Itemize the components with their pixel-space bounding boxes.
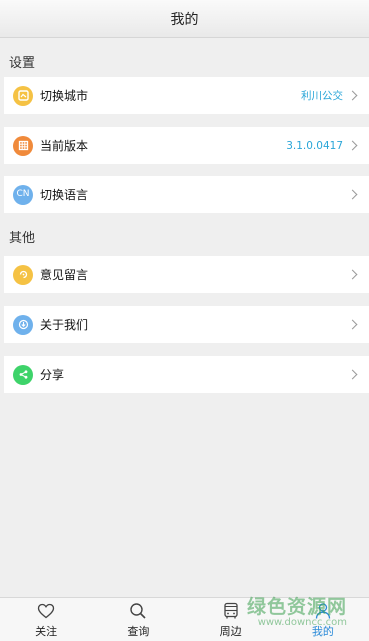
tab-mine[interactable]: 我的 (277, 598, 369, 641)
feedback-icon (13, 264, 33, 285)
heart-icon (37, 601, 55, 621)
bus-icon (223, 601, 239, 621)
chevron-right-icon (347, 269, 358, 280)
switch-language-row[interactable]: CN 切换语言 (4, 176, 369, 213)
about-us-row[interactable]: 关于我们 (4, 306, 369, 343)
bottom-tab-bar: 关注 查询 周边 我的 (0, 597, 369, 641)
row-label: 当前版本 (40, 139, 89, 153)
row-label: 分享 (40, 368, 65, 382)
share-row[interactable]: 分享 (4, 356, 369, 393)
version-value: 3.1.0.0417 (286, 139, 343, 152)
share-icon (13, 364, 33, 385)
tab-label: 周边 (219, 625, 242, 638)
section-label-other: 其他 (9, 231, 36, 246)
version-icon (13, 135, 33, 156)
row-label: 关于我们 (40, 318, 89, 332)
tab-label: 查询 (127, 625, 150, 638)
tab-search[interactable]: 查询 (92, 598, 184, 641)
tab-label: 关注 (35, 625, 58, 638)
map-icon (13, 85, 33, 106)
language-icon: CN (13, 184, 33, 205)
row-label: 切换语言 (40, 188, 89, 202)
chevron-right-icon (347, 319, 358, 330)
search-icon (129, 601, 147, 621)
chevron-right-icon (347, 140, 358, 151)
about-icon (13, 314, 33, 335)
top-bar: 我的 (0, 0, 369, 38)
switch-city-row[interactable]: 切换城市 利川公交 (4, 77, 369, 114)
chevron-right-icon (347, 189, 358, 200)
current-city-value: 利川公交 (301, 90, 343, 102)
section-label-settings: 设置 (9, 56, 36, 71)
current-version-row[interactable]: 当前版本 3.1.0.0417 (4, 127, 369, 164)
row-label: 意见留言 (40, 268, 89, 282)
row-label: 切换城市 (40, 89, 89, 103)
tab-label: 我的 (311, 625, 334, 638)
chevron-right-icon (347, 90, 358, 101)
tab-nearby[interactable]: 周边 (185, 598, 277, 641)
feedback-row[interactable]: 意见留言 (4, 256, 369, 293)
chevron-right-icon (347, 369, 358, 380)
tab-follow[interactable]: 关注 (0, 598, 92, 641)
person-icon (314, 601, 332, 621)
page-title: 我的 (170, 11, 199, 28)
